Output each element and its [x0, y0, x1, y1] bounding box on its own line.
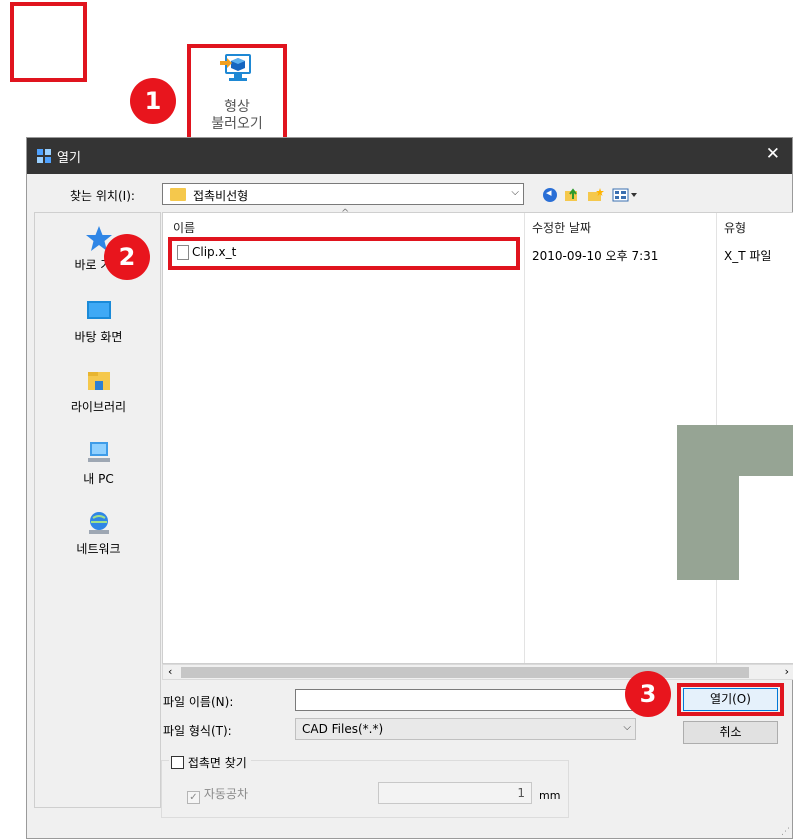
places-sidebar: 바로 가기 바탕 화면 라이브러리 내 PC 네트워크: [34, 212, 161, 808]
file-type-value: CAD Files(*.*): [302, 722, 384, 736]
open-file-dialog: 열기 ✕ 찾는 위치(I): 접촉비선형 ⌵ ◂ 바로 가기 바탕 화면 라이브…: [26, 137, 793, 839]
tolerance-value: 1: [517, 786, 525, 800]
sort-indicator-icon: ^: [341, 208, 350, 219]
open-button[interactable]: 열기(O): [683, 688, 778, 711]
sidebar-item-this-pc[interactable]: 내 PC: [35, 439, 162, 487]
file-type-select[interactable]: CAD Files(*.*) ⌵: [295, 718, 636, 740]
network-icon: [85, 509, 113, 537]
dialog-title: 열기: [57, 151, 81, 166]
look-in-select[interactable]: 접촉비선형 ⌵: [162, 183, 524, 205]
auto-tolerance-label: 자동공차: [203, 787, 248, 801]
sidebar-item-label: 바탕 화면: [74, 330, 123, 344]
step-badge-2: 2: [104, 234, 150, 280]
computer-icon: [85, 439, 113, 467]
resize-grip-icon[interactable]: ⋰: [781, 827, 790, 837]
view-menu-icon[interactable]: [612, 187, 640, 203]
dialog-titlebar: 열기 ✕: [27, 138, 792, 174]
contact-face-checkbox[interactable]: 접촉면 찾기: [169, 754, 251, 772]
file-row[interactable]: Clip.x_t: [168, 237, 520, 270]
column-separator: [524, 213, 525, 663]
load-shape-label-line2: 불러오기: [211, 116, 263, 132]
auto-tolerance-checkbox[interactable]: ✓ 자동공차: [187, 785, 248, 804]
file-name-input[interactable]: [295, 689, 636, 711]
load-shape-icon: [220, 54, 251, 81]
column-header-name[interactable]: 이름: [173, 219, 195, 236]
tolerance-input[interactable]: 1: [378, 782, 532, 804]
new-folder-icon[interactable]: [587, 187, 605, 203]
chevron-down-icon: ⌵: [623, 722, 631, 733]
sidebar-item-label: 라이브러리: [70, 400, 127, 414]
column-header-type[interactable]: 유형: [724, 219, 746, 236]
chevron-down-icon: ⌵: [511, 187, 519, 198]
library-icon: [85, 367, 113, 395]
contact-face-checkbox-box: [171, 756, 184, 769]
file-type: X_T 파일: [724, 249, 772, 263]
sidebar-item-library[interactable]: 라이브러리: [35, 367, 162, 415]
check-icon: ✓: [187, 791, 200, 804]
horizontal-scrollbar[interactable]: ‹ ›: [162, 664, 793, 680]
tolerance-unit: mm: [539, 789, 561, 802]
contact-face-label: 접촉면 찾기: [187, 756, 247, 770]
back-arrow-icon: ◂: [546, 186, 552, 199]
sidebar-item-label: 내 PC: [83, 472, 114, 486]
up-folder-icon[interactable]: [564, 187, 580, 203]
column-header-modified[interactable]: 수정한 날짜: [532, 219, 591, 236]
file-name: Clip.x_t: [192, 245, 237, 259]
look-in-value: 접촉비선형: [193, 189, 249, 203]
app-icon: [37, 149, 51, 163]
highlight-box-empty: [10, 2, 87, 82]
load-shape-label-line1: 형상: [224, 99, 250, 115]
overlay-cutout: [739, 476, 793, 580]
look-in-label: 찾는 위치(I):: [70, 189, 135, 203]
step-badge-1: 1: [130, 78, 176, 124]
scroll-right-icon[interactable]: ›: [785, 665, 789, 678]
file-type-label: 파일 형식(T):: [163, 724, 232, 738]
sidebar-item-desktop[interactable]: 바탕 화면: [35, 297, 162, 345]
scroll-left-icon[interactable]: ‹: [168, 665, 172, 678]
cancel-button[interactable]: 취소: [683, 721, 778, 744]
sidebar-item-label: 네트워크: [76, 542, 121, 556]
file-modified: 2010-09-10 오후 7:31: [532, 249, 659, 263]
close-icon[interactable]: ✕: [766, 144, 780, 164]
sidebar-item-network[interactable]: 네트워크: [35, 509, 162, 557]
desktop-icon: [85, 297, 113, 325]
folder-icon: [170, 188, 186, 201]
back-button[interactable]: ◂: [543, 186, 557, 202]
file-icon: [177, 245, 189, 260]
step-badge-3: 3: [625, 671, 671, 717]
file-name-label: 파일 이름(N):: [163, 695, 234, 709]
